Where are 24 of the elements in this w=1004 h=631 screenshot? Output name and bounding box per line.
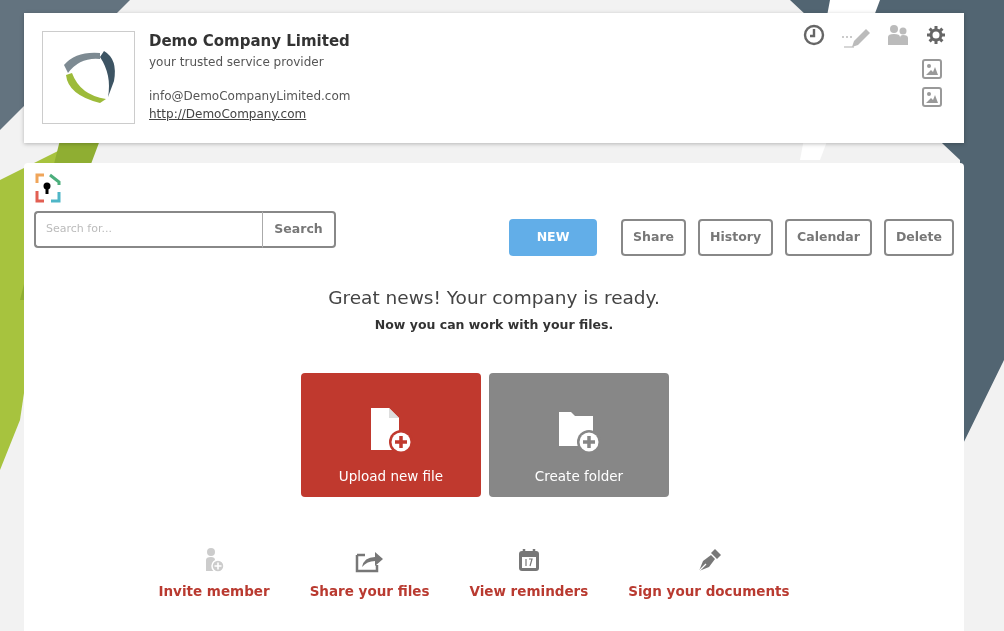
- upload-file-tile[interactable]: Upload new file: [301, 372, 481, 497]
- company-website-link[interactable]: http://DemoCompany.com: [149, 104, 307, 123]
- toolbar-button[interactable]: Share: [621, 219, 687, 256]
- user-add-icon: [203, 546, 226, 573]
- image-icon[interactable]: [922, 87, 942, 107]
- create-folder-tile[interactable]: Create folder: [489, 372, 669, 497]
- calendar-icon: [516, 546, 541, 573]
- toolbar-button[interactable]: Calendar: [785, 219, 872, 256]
- company-email: info@DemoCompanyLimited.com: [149, 87, 351, 105]
- company-tagline: your trusted service provider: [149, 53, 325, 71]
- new-button[interactable]: NEW: [509, 219, 598, 256]
- lock-logo-icon: [34, 173, 62, 203]
- quick-action-link[interactable]: Sign your documents: [628, 580, 790, 601]
- welcome-heading: Great news! Your company is ready.: [327, 286, 661, 310]
- welcome-subheading: Now you can work with your files.: [373, 315, 615, 334]
- image-icon[interactable]: [922, 59, 942, 79]
- search-button[interactable]: Search: [262, 211, 336, 248]
- quick-action-link[interactable]: Share your files: [309, 580, 430, 601]
- company-name: Demo Company Limited: [149, 31, 351, 52]
- quick-action-link[interactable]: View reminders: [469, 580, 589, 601]
- search-field[interactable]: Search for...: [34, 211, 262, 248]
- toolbar-button[interactable]: Delete: [883, 219, 954, 256]
- toolbar-button[interactable]: History: [698, 219, 774, 256]
- quick-action-link[interactable]: Invite member: [158, 580, 270, 601]
